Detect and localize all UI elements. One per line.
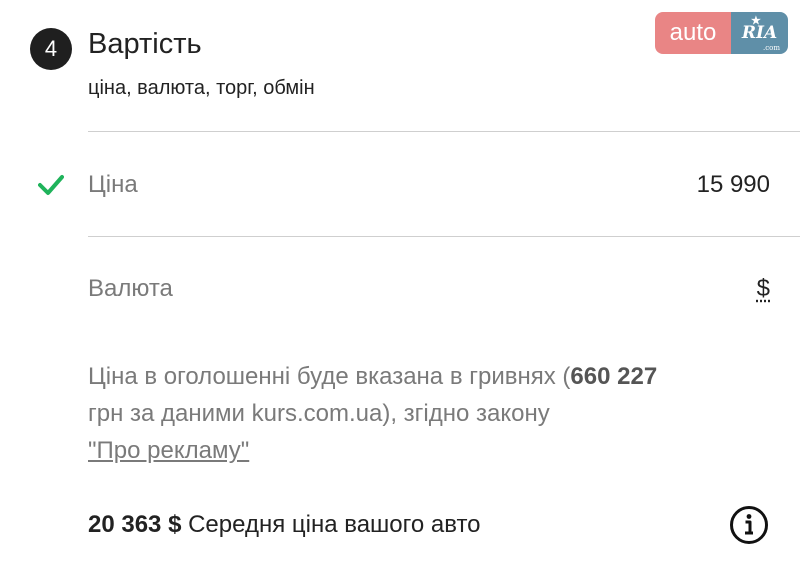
notice-text-before: Ціна в оголошенні буде вказана в гривнях… [88, 363, 571, 390]
price-label: Ціна [88, 171, 138, 198]
step-number-badge: 4 [30, 28, 72, 70]
average-price-row: 20 363 $ Середня ціна вашого авто [88, 511, 481, 539]
average-price-amount: 20 363 $ [88, 511, 182, 538]
currency-label: Валюта [88, 275, 173, 302]
advertising-law-link[interactable]: "Про рекламу" [88, 437, 249, 464]
star-icon: ★ [751, 14, 761, 27]
divider [88, 131, 800, 132]
section-title: Вартість [88, 28, 202, 60]
price-conversion-notice: Ціна в оголошенні буде вказана в гривнях… [88, 358, 748, 469]
check-icon [38, 175, 64, 195]
divider [88, 236, 800, 237]
info-icon[interactable] [729, 505, 769, 545]
notice-text-after: грн за даними kurs.com.ua), згідно закон… [88, 400, 550, 427]
logo-ria-part: ★ RIA .com [731, 12, 788, 54]
section-subtitle: ціна, валюта, торг, обмін [88, 77, 315, 99]
currency-select[interactable]: $ [757, 275, 770, 303]
logo-domain-text: .com [763, 44, 780, 52]
autoria-logo: auto ★ RIA .com [655, 12, 788, 54]
average-price-text: Середня ціна вашого авто [188, 511, 481, 538]
price-value[interactable]: 15 990 [697, 171, 770, 199]
logo-auto-part: auto [655, 12, 731, 54]
notice-uah-amount: 660 227 [570, 363, 658, 390]
